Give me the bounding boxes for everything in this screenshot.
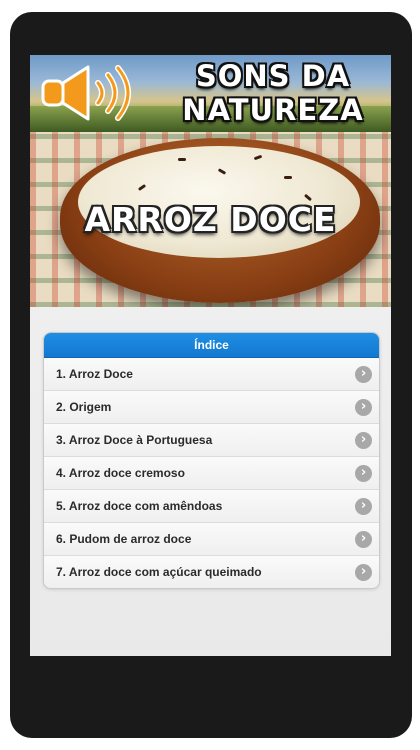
speaker-icon bbox=[41, 65, 131, 121]
clove bbox=[178, 158, 186, 161]
index-item-label: 4. Arroz doce cremoso bbox=[56, 466, 185, 480]
clove bbox=[217, 168, 227, 175]
app-title: SONS DA NATUREZA bbox=[158, 59, 388, 127]
app-title-line2: NATUREZA bbox=[182, 93, 364, 127]
index-item-label: 2. Origem bbox=[56, 400, 112, 414]
hero-image: ARROZ DOCE bbox=[30, 132, 391, 307]
recipe-title: ARROZ DOCE bbox=[84, 200, 337, 239]
index-item-label: 5. Arroz doce com amêndoas bbox=[56, 499, 223, 513]
clove bbox=[253, 154, 263, 161]
chevron-right-icon: › bbox=[355, 366, 372, 383]
chevron-right-icon: › bbox=[355, 498, 372, 515]
index-item-label: 1. Arroz Doce bbox=[56, 367, 133, 381]
index-item[interactable]: 4. Arroz doce cremoso › bbox=[44, 456, 379, 489]
index-item[interactable]: 7. Arroz doce com açúcar queimado › bbox=[44, 555, 379, 588]
clove bbox=[137, 183, 147, 192]
index-item[interactable]: 3. Arroz Doce à Portuguesa › bbox=[44, 423, 379, 456]
chevron-right-icon: › bbox=[355, 465, 372, 482]
index-list: Índice 1. Arroz Doce › 2. Origem › 3. Arroz … bbox=[43, 332, 380, 589]
chevron-right-icon: › bbox=[355, 432, 372, 449]
index-header: Índice bbox=[44, 333, 379, 358]
index-item[interactable]: 6. Pudom de arroz doce › bbox=[44, 522, 379, 555]
app-title-line1: SONS DA bbox=[195, 59, 351, 93]
index-item-label: 7. Arroz doce com açúcar queimado bbox=[56, 565, 262, 579]
app-screen: SONS DA NATUREZA ARROZ DOCE Índice 1. Ar… bbox=[30, 55, 391, 656]
index-item[interactable]: 5. Arroz doce com amêndoas › bbox=[44, 489, 379, 522]
index-item-label: 3. Arroz Doce à Portuguesa bbox=[56, 433, 213, 447]
chevron-right-icon: › bbox=[355, 399, 372, 416]
chevron-right-icon: › bbox=[355, 564, 372, 581]
header-banner: SONS DA NATUREZA bbox=[30, 55, 391, 132]
index-item-label: 6. Pudom de arroz doce bbox=[56, 532, 192, 546]
chevron-right-icon: › bbox=[355, 531, 372, 548]
index-item[interactable]: 1. Arroz Doce › bbox=[44, 358, 379, 390]
clove bbox=[284, 176, 292, 179]
index-item[interactable]: 2. Origem › bbox=[44, 390, 379, 423]
